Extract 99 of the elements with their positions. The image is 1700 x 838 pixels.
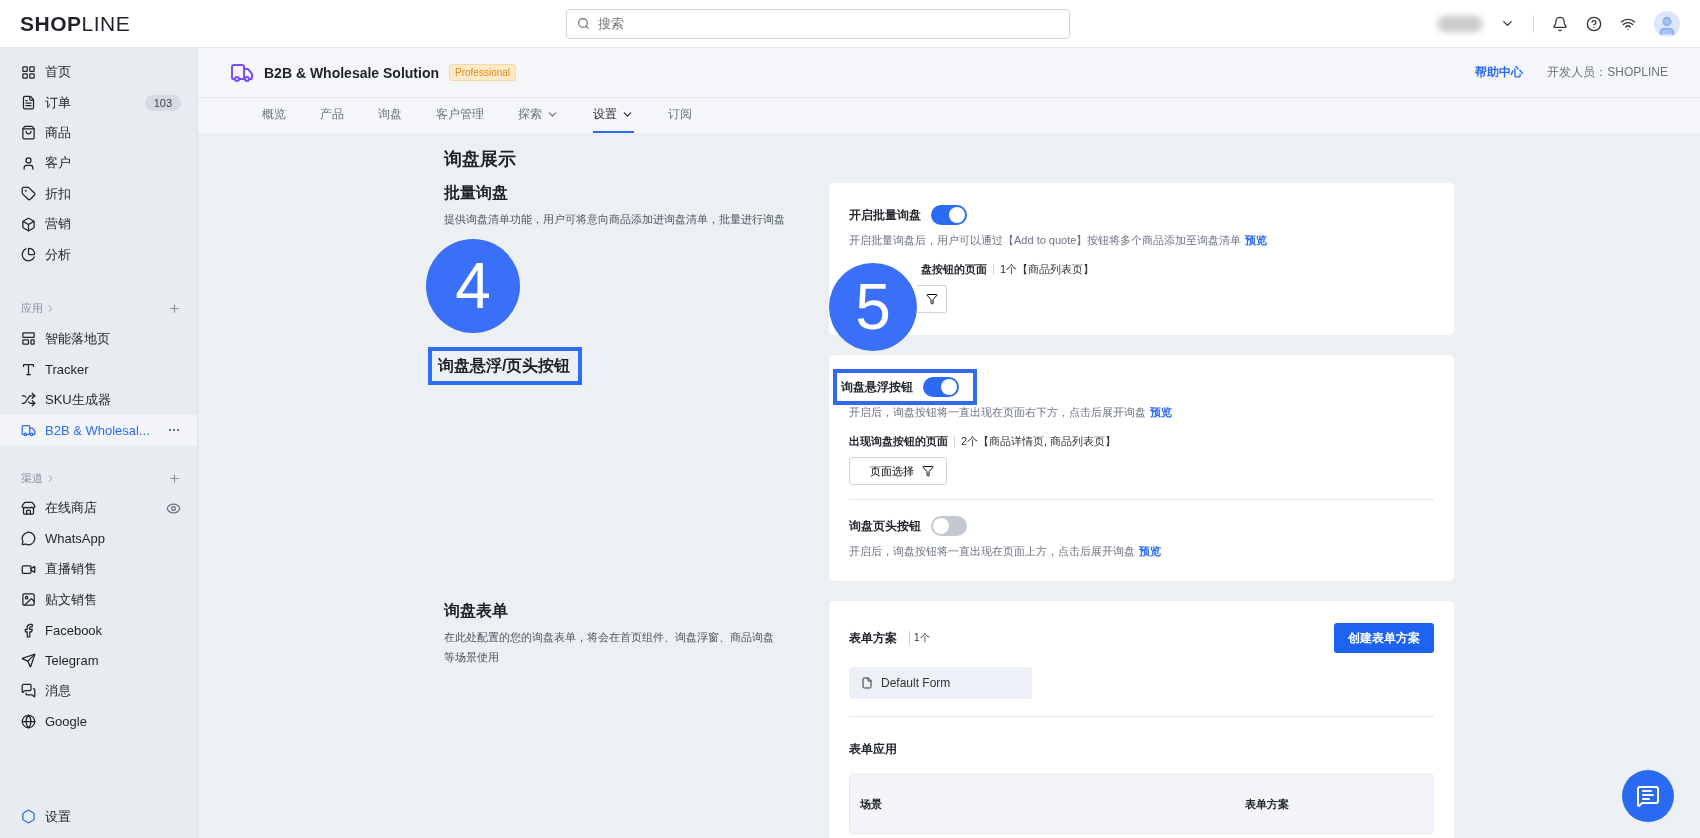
setting-label: 询盘页头按钮 [849, 517, 921, 535]
help-link[interactable]: 帮助中心 [1475, 64, 1524, 81]
sidebar-item[interactable]: Telegram [0, 645, 197, 676]
search-input[interactable]: 搜索 [596, 15, 1059, 32]
avatar[interactable] [1654, 10, 1680, 37]
nav-tab[interactable]: 探索 [518, 98, 559, 133]
sidebar-item[interactable]: B2B & Wholesal... [0, 414, 197, 446]
nav-tab[interactable]: 概览 [262, 98, 286, 133]
sidebar-item-icon [21, 501, 36, 516]
bell-icon[interactable] [1552, 15, 1568, 32]
column-header: 表单方案 [1245, 796, 1290, 812]
step-marker: 5 [829, 263, 917, 351]
eye-icon[interactable] [166, 501, 181, 516]
sidebar-item[interactable]: 订单 103 [0, 87, 197, 118]
plan-badge: Professional [449, 64, 517, 81]
section-label: 表单应用 [849, 742, 897, 756]
section-title: 询盘悬浮/页头按钮 [428, 347, 583, 385]
sidebar-item[interactable]: 设置 [0, 801, 197, 832]
form-item[interactable]: Default Form [849, 667, 1032, 699]
sidebar-item-icon [21, 216, 36, 232]
sidebar-item-icon [21, 361, 36, 377]
filter-icon [926, 293, 938, 305]
setting-hint: 开启后，询盘按钮将一直出现在页面上方，点击后展开询盘 预览 [849, 544, 1161, 559]
sidebar-item-icon [21, 331, 36, 347]
nav-tab[interactable]: 订阅 [668, 98, 692, 133]
sidebar-item[interactable]: Google [0, 706, 197, 737]
logo[interactable]: SHOPLINE [20, 11, 566, 36]
sidebar-item-icon [21, 155, 36, 171]
search-icon [577, 17, 590, 30]
sidebar-item[interactable]: Facebook [0, 614, 197, 646]
sidebar-item-icon [21, 247, 36, 263]
nav-tab[interactable]: 询盘 [378, 98, 402, 133]
count-label: 1个 [909, 631, 930, 645]
search-field[interactable]: 搜索 [566, 8, 1070, 39]
setting-label: 询盘悬浮按钮 [841, 378, 913, 396]
sidebar-item-icon [21, 392, 36, 408]
create-form-button[interactable]: 创建表单方案 [1334, 623, 1434, 653]
sidebar-item-icon [21, 422, 36, 438]
preview-link[interactable]: 预览 [1150, 406, 1172, 418]
column-header: 场景 [860, 796, 883, 812]
sidebar-item[interactable]: 商品 [0, 117, 197, 149]
nav-tab[interactable]: 设置 [593, 98, 634, 133]
sidebar-item-icon [21, 713, 36, 729]
setting-hint: 开启后，询盘按钮将一直出现在页面右下方，点击后展开询盘 预览 [849, 405, 1172, 420]
pages-value: 1个【商品列表页】 [1000, 262, 1095, 277]
sidebar-item-icon [21, 125, 36, 141]
section-description: 在此处配置的您的询盘表单，将会在首页组件、询盘浮窗、商品询盘等场景使用 [444, 630, 775, 665]
sidebar-item[interactable]: 首页 [0, 57, 197, 88]
section-description: 提供询盘清单功能，用户可将意向商品添加进询盘清单，批量进行询盘 [444, 212, 785, 227]
page-title: 询盘展示 [444, 148, 517, 171]
sidebar-item[interactable]: Tracker [0, 354, 197, 385]
sidebar-item-icon [21, 95, 36, 111]
pages-label: 出现询盘按钮的页面 [849, 434, 948, 449]
count-badge: 103 [144, 94, 181, 111]
setting-hint: 开启批量询盘后，用户可以通过【Add to quote】按钮将多个商品添加至询盘清单 预览 [849, 233, 1268, 248]
pages-label: 盘按钮的页面 [921, 262, 987, 277]
sidebar-item[interactable]: WhatsApp [0, 523, 197, 555]
form-name: Default Form [881, 676, 951, 690]
sidebar-item-icon [21, 64, 36, 80]
section-label: 表单方案 [849, 629, 897, 647]
preview-link[interactable]: 预览 [1245, 234, 1268, 246]
settings-icon [21, 809, 36, 825]
nav-tab[interactable]: 产品 [320, 98, 344, 133]
sidebar-item[interactable]: 折扣 [0, 178, 197, 209]
add-icon[interactable] [168, 471, 181, 485]
sidebar-item[interactable]: 智能落地页 [0, 323, 197, 355]
app-title: B2B & Wholesale Solution [264, 64, 439, 81]
sidebar-item-icon [21, 531, 36, 547]
page-select-button[interactable]: 页面选择 [849, 457, 947, 485]
sidebar-item-icon [21, 186, 36, 202]
preview-link[interactable]: 预览 [1139, 545, 1161, 557]
step-marker: 4 [426, 239, 520, 333]
toggle-switch[interactable] [923, 377, 959, 397]
sidebar-item[interactable]: 贴文销售 [0, 584, 197, 615]
pages-value: 2个【商品详情页, 商品列表页】 [961, 434, 1117, 449]
file-icon [861, 677, 873, 689]
sidebar-item[interactable]: 在线商店 [0, 493, 197, 524]
page-select-button[interactable] [917, 285, 947, 313]
sidebar-item[interactable]: 营销 [0, 208, 197, 240]
sidebar-item[interactable]: 客户 [0, 148, 197, 179]
chat-button[interactable] [1622, 770, 1674, 822]
sidebar-item-icon [21, 592, 36, 608]
toggle-switch[interactable] [931, 516, 967, 536]
sidebar-item-icon [21, 652, 36, 668]
section-title: 批量询盘 [444, 183, 508, 203]
nav-tab[interactable]: 客户管理 [436, 98, 484, 133]
help-icon[interactable] [1586, 15, 1602, 32]
add-icon[interactable] [168, 302, 181, 316]
sidebar-item[interactable]: 消息 [0, 675, 197, 707]
toggle-switch[interactable] [931, 205, 967, 225]
sidebar-item-icon [21, 683, 36, 699]
setting-label: 开启批量询盘 [849, 206, 921, 224]
chat-icon [1636, 784, 1660, 808]
filter-icon [922, 465, 934, 477]
sidebar-item[interactable]: 直播销售 [0, 554, 197, 585]
sidebar-item[interactable]: SKU生成器 [0, 384, 197, 415]
developer-label: 开发人员：SHOPLINE [1547, 64, 1668, 81]
section-title: 询盘表单 [444, 601, 508, 621]
sidebar-item[interactable]: 分析 [0, 239, 197, 270]
